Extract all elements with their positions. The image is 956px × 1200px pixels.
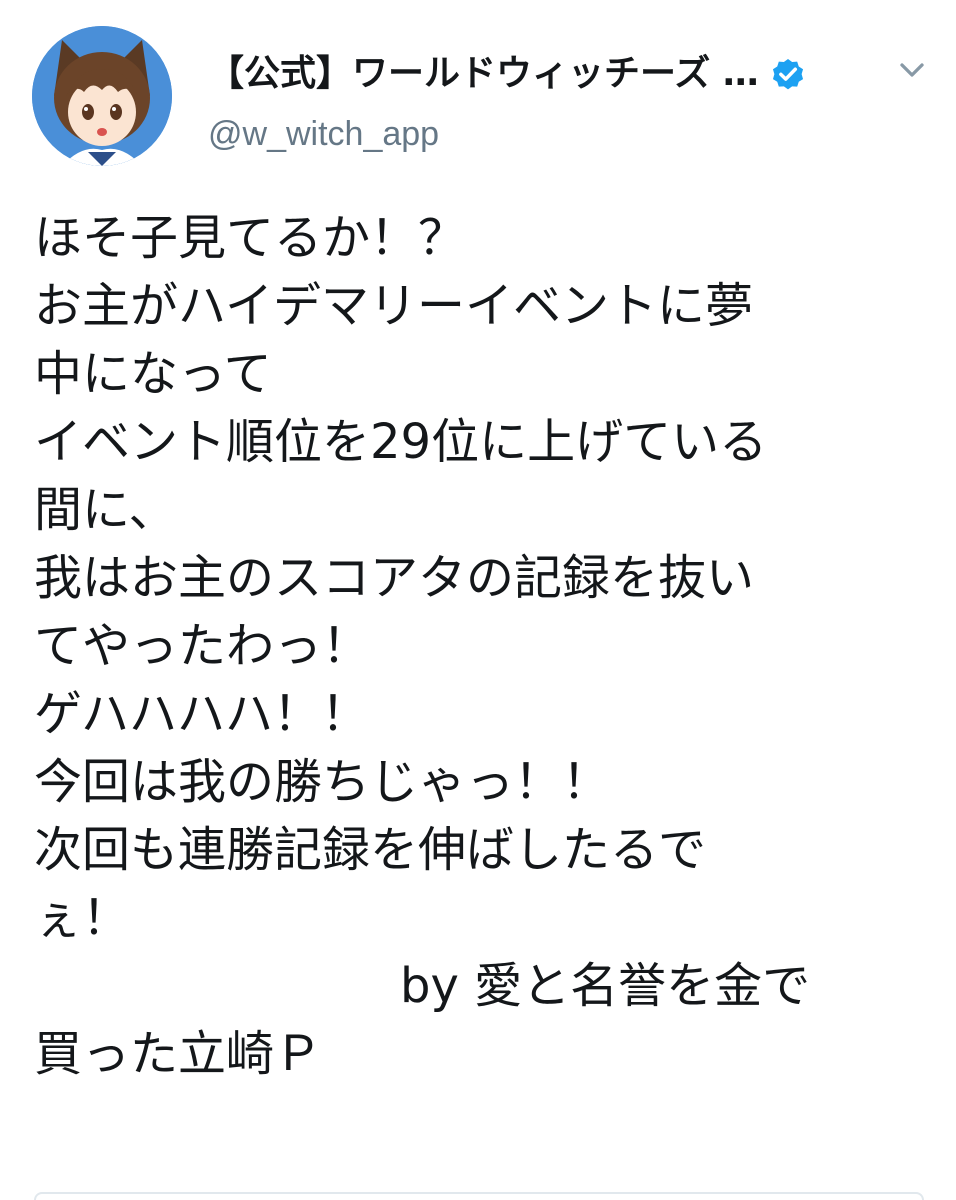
- display-name[interactable]: 【公式】ワールドウィッチーズ …: [208, 49, 759, 99]
- tweet-line: てやったわっ！: [34, 618, 371, 674]
- tweet-text: ほそ子見てるか！？ お主がハイデマリーイベントに夢 中になって イベント順位を2…: [34, 204, 934, 1088]
- embedded-card-edge: [34, 1192, 924, 1200]
- verified-badge-icon: [769, 55, 807, 93]
- tweet-line: ほそ子見てるか！？: [34, 210, 467, 266]
- avatar[interactable]: [32, 26, 172, 166]
- tweet-line: イベント順位を29位に上げている: [34, 414, 768, 470]
- chevron-down-icon[interactable]: [892, 50, 932, 90]
- tweet-line: お主がハイデマリーイベントに夢: [34, 278, 754, 334]
- tweet-line: 間に、: [34, 482, 177, 538]
- tweet-line: ぇ！: [34, 890, 131, 946]
- tweet-line: 今回は我の勝ちじゃっ！！: [34, 754, 611, 810]
- tweet-line: ゲハハハハ！！: [34, 686, 370, 742]
- tweet-signature-line: by 愛と名誉を金で: [400, 958, 811, 1014]
- tweet-signature-line: 買った立崎Ｐ: [34, 1026, 323, 1082]
- tweet-header: 【公式】ワールドウィッチーズ … @w_witch_app: [32, 26, 932, 166]
- avatar-illustration: [32, 26, 172, 166]
- tweet-line: 我はお主のスコアタの記録を抜い: [34, 550, 755, 606]
- handle[interactable]: @w_witch_app: [208, 112, 439, 156]
- tweet-line: 中になって: [34, 346, 272, 402]
- name-row: 【公式】ワールドウィッチーズ …: [208, 44, 908, 104]
- tweet-line: 次回も連勝記録を伸ばしたるで: [34, 822, 707, 878]
- tweet-card: 【公式】ワールドウィッチーズ … @w_witch_app ほそ子見てるか！？ …: [0, 0, 956, 1200]
